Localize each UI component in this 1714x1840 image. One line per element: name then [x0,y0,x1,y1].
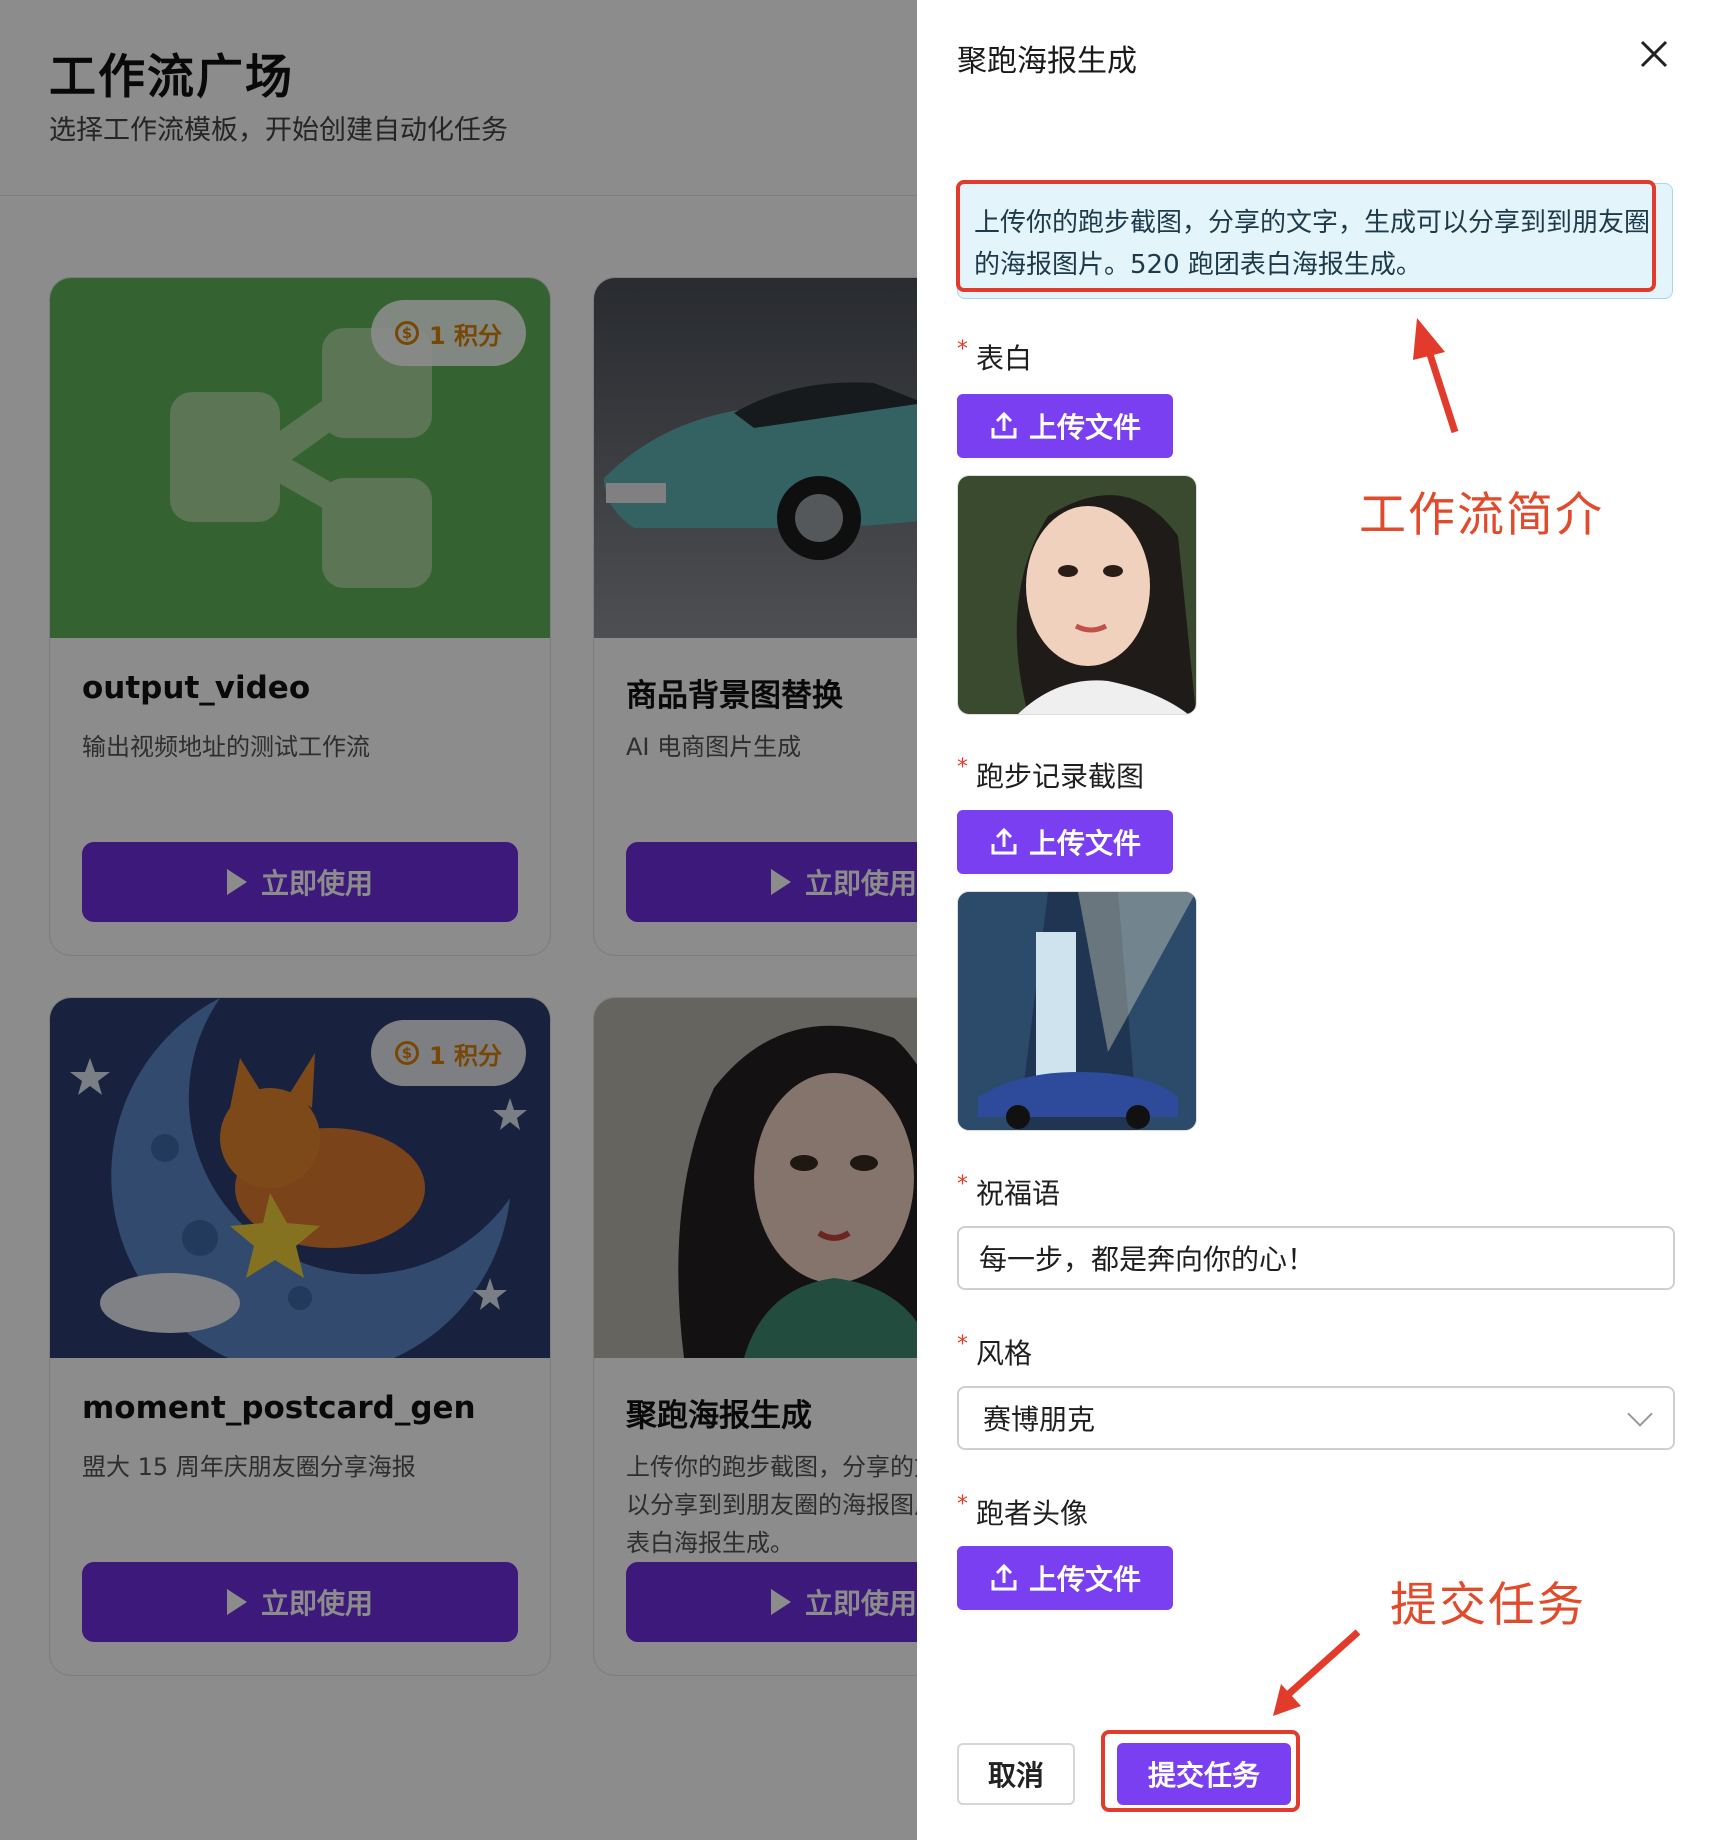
arrow-down-left-icon [1273,1629,1361,1716]
workflow-square-page: 工作流广场 选择工作流模板，开始创建自动化任务 $ 1 积分 output_vi… [0,0,1095,1840]
arrow-up-icon [1413,318,1459,434]
modal-overlay[interactable] [0,0,917,1840]
workflow-drawer: 聚跑海报生成 上传你的跑步截图，分享的文字，生成可以分享到到朋友圈的海报图片。5… [917,0,1714,1840]
annotation-arrows [1273,318,1459,1716]
